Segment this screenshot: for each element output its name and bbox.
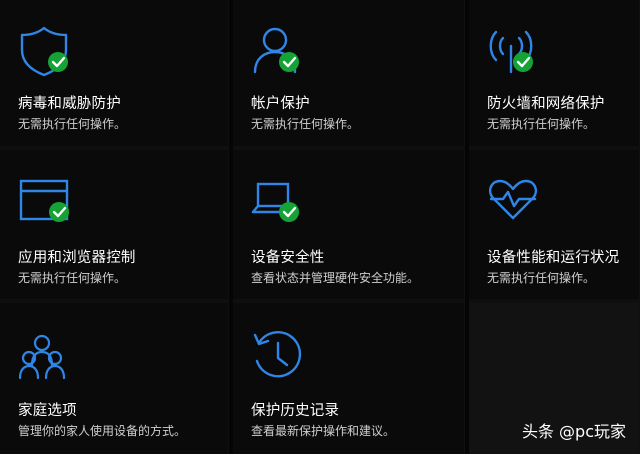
browser-window-icon [18,178,90,232]
check-badge-icon [513,52,533,72]
history-clock-icon [251,329,323,383]
tile-firewall-network-protection[interactable]: 防火墙和网络保护 无需执行任何操作。 [469,0,640,150]
antenna-icon [485,24,557,78]
tile-virus-threat-protection[interactable]: 病毒和威胁防护 无需执行任何操作。 [0,0,229,150]
tile-title: 防火墙和网络保护 [487,96,605,112]
tile-family-options[interactable]: 家庭选项 管理你的家人使用设备的方式。 [0,303,229,454]
tile-subtitle: 无需执行任何操作。 [487,271,596,285]
tile-title: 应用和浏览器控制 [18,250,136,266]
tile-subtitle: 无需执行任何操作。 [487,117,596,131]
security-dashboard: 病毒和威胁防护 无需执行任何操作。 帐户保护 无需执行任何操作。 防火墙和网络保… [0,0,640,454]
tile-account-protection[interactable]: 帐户保护 无需执行任何操作。 [233,0,465,150]
tile-title: 病毒和威胁防护 [18,96,121,112]
tile-protection-history[interactable]: 保护历史记录 查看最新保护操作和建议。 [233,303,465,454]
person-icon [251,24,323,78]
family-icon [18,333,90,387]
check-badge-icon [48,52,68,72]
tile-subtitle: 管理你的家人使用设备的方式。 [18,424,187,438]
tile-subtitle: 无需执行任何操作。 [18,271,127,285]
heart-pulse-icon [487,178,559,232]
tile-app-browser-control[interactable]: 应用和浏览器控制 无需执行任何操作。 [0,150,229,303]
tile-subtitle: 无需执行任何操作。 [251,117,360,131]
tile-title: 家庭选项 [18,403,77,419]
laptop-icon [251,178,323,232]
tile-subtitle: 查看状态并管理硬件安全功能。 [251,271,420,285]
watermark: 头条 @pc玩家 [521,422,626,441]
shield-icon [18,24,90,78]
tile-device-performance-health[interactable]: 设备性能和运行状况 无需执行任何操作。 [469,150,640,303]
tile-subtitle: 查看最新保护操作和建议。 [251,424,396,438]
tile-device-security[interactable]: 设备安全性 查看状态并管理硬件安全功能。 [233,150,465,303]
check-badge-icon [49,202,69,222]
tile-title: 帐户保护 [251,96,310,112]
tile-title: 设备安全性 [251,250,325,266]
tile-title: 设备性能和运行状况 [487,250,620,266]
tile-subtitle: 无需执行任何操作。 [18,117,127,131]
check-badge-icon [279,202,299,222]
check-badge-icon [279,52,299,72]
tile-title: 保护历史记录 [251,403,340,419]
